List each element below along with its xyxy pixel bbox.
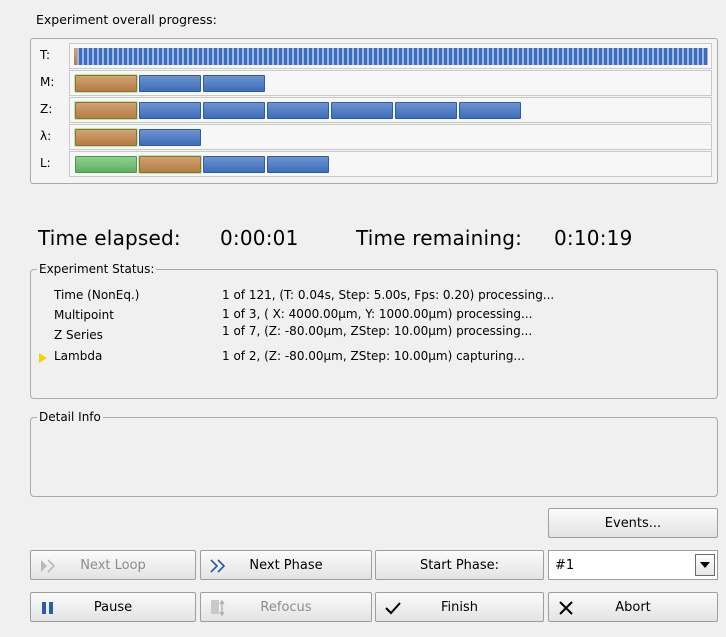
- progress-track-z: [69, 97, 712, 123]
- progress-track-t: [69, 43, 712, 69]
- phase-select[interactable]: #1: [548, 550, 718, 580]
- chevron-down-icon[interactable]: [695, 554, 715, 576]
- progress-segment-done: [75, 102, 137, 119]
- progress-segment-complete: [75, 156, 137, 173]
- status-step-name: Z Series: [54, 328, 103, 342]
- progress-track-lambda: [69, 124, 712, 150]
- progress-segment-pending: [267, 156, 329, 173]
- progress-segment-pending: [203, 75, 265, 92]
- progress-segment-pending: [459, 102, 521, 119]
- next-phase-button[interactable]: Next Phase: [200, 550, 372, 580]
- finish-label: Finish: [440, 599, 478, 615]
- pause-icon: [39, 599, 57, 617]
- events-button[interactable]: Events...: [548, 508, 718, 538]
- progress-segment-pending: [331, 102, 393, 119]
- status-step-detail: 1 of 121, (T: 0.04s, Step: 5.00s, Fps: 0…: [222, 288, 555, 302]
- pause-button[interactable]: Pause: [30, 592, 196, 622]
- x-icon: [557, 599, 575, 617]
- progress-segment-pending: [139, 75, 201, 92]
- pause-label: Pause: [93, 599, 133, 615]
- abort-label: Abort: [615, 599, 651, 615]
- progress-segment-pending: [395, 102, 457, 119]
- progress-segment-done: [74, 48, 77, 65]
- progress-segment-pending: [139, 102, 201, 119]
- progress-segment-done: [75, 75, 137, 92]
- status-step-detail: 1 of 7, (Z: -80.00µm, ZStep: 10.00µm) pr…: [222, 324, 533, 338]
- time-elapsed-value: 0:00:01: [220, 226, 299, 250]
- row-label-t: T:: [40, 48, 51, 62]
- next-phase-label: Next Phase: [249, 557, 323, 573]
- row-label-z: Z:: [40, 102, 53, 116]
- detail-info-legend: Detail Info: [37, 410, 103, 424]
- time-remaining-label: Time remaining:: [356, 226, 523, 250]
- progress-segment-pending: [267, 102, 329, 119]
- finish-button[interactable]: Finish: [375, 592, 544, 622]
- double-chevron-right-icon: [209, 557, 227, 575]
- active-step-arrow-icon: [39, 353, 47, 363]
- phase-select-value: #1: [555, 558, 575, 573]
- progress-segment-done: [75, 129, 137, 146]
- detail-info-group: Detail Info: [30, 410, 718, 497]
- row-label-lambda: λ:: [40, 129, 52, 143]
- row-label-l: L:: [40, 156, 51, 170]
- start-phase-button[interactable]: Start Phase:: [375, 550, 544, 580]
- progress-track-m: [69, 70, 712, 96]
- status-step-name: Multipoint: [54, 308, 114, 322]
- time-remaining-value: 0:10:19: [554, 226, 633, 250]
- double-chevron-right-icon: [39, 557, 57, 575]
- status-step-detail-active: 1 of 2, (Z: -80.00µm, ZStep: 10.00µm) ca…: [222, 349, 525, 363]
- row-label-m: M:: [40, 75, 55, 89]
- status-step-name-active: Lambda: [54, 349, 103, 363]
- abort-button[interactable]: Abort: [548, 592, 718, 622]
- refocus-button[interactable]: Refocus: [200, 592, 372, 622]
- progress-track-l: [69, 151, 712, 177]
- refocus-icon: [209, 599, 227, 617]
- experiment-status-legend: Experiment Status:: [37, 262, 157, 276]
- progress-bar-t: [74, 48, 708, 65]
- progress-title: Experiment overall progress:: [36, 12, 217, 27]
- progress-segment-pending: [203, 102, 265, 119]
- status-step-name: Time (NonEq.): [54, 288, 140, 302]
- next-loop-button[interactable]: Next Loop: [30, 550, 196, 580]
- checkmark-icon: [384, 599, 402, 617]
- refocus-label: Refocus: [260, 599, 312, 615]
- time-elapsed-label: Time elapsed:: [38, 226, 181, 250]
- progress-segment-done: [139, 156, 201, 173]
- status-step-detail: 1 of 3, ( X: 4000.00µm, Y: 1000.00µm) pr…: [222, 307, 533, 321]
- progress-segment-pending: [203, 156, 265, 173]
- progress-segment-pending: [139, 129, 201, 146]
- next-loop-label: Next Loop: [80, 557, 146, 573]
